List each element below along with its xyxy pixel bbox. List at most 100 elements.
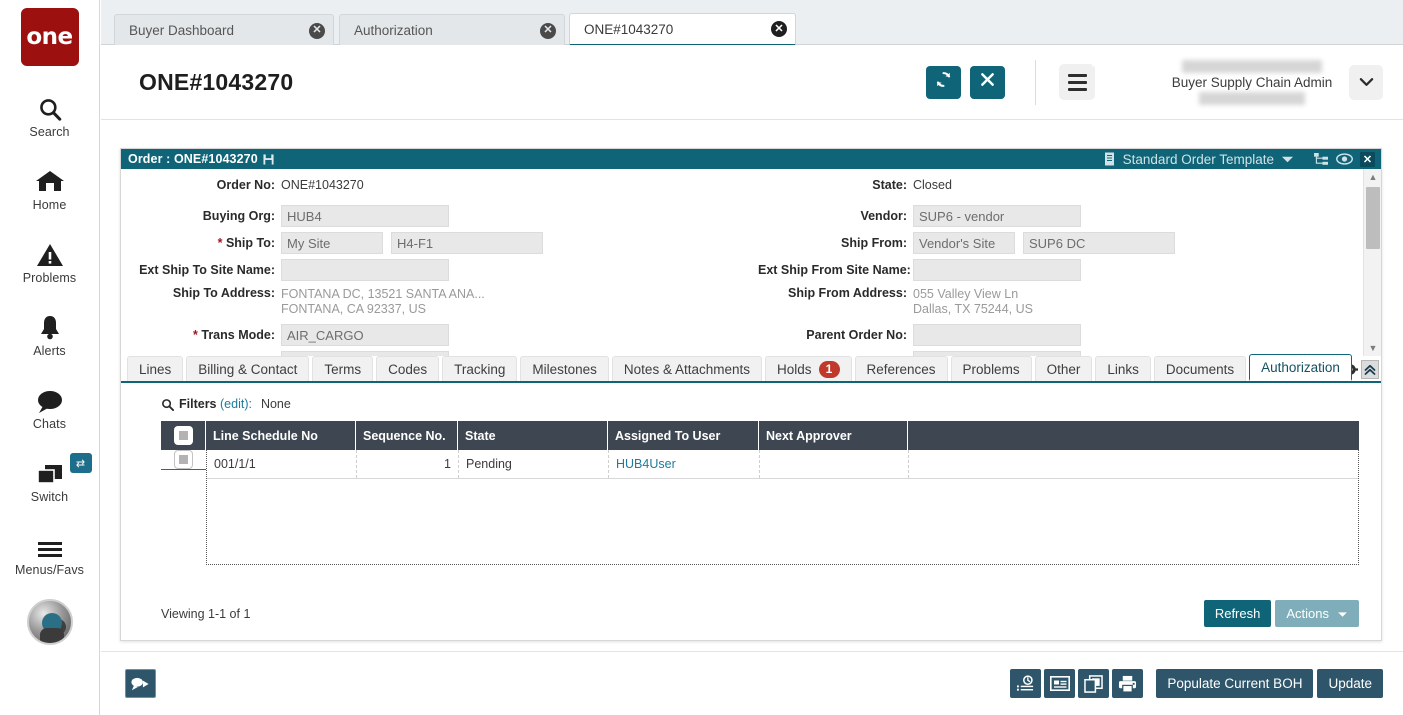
parent-order-no-field[interactable]: [913, 324, 1081, 346]
sidebar-item-label: Menus/Favs: [15, 563, 84, 577]
browser-tab-one-1043270[interactable]: ONE#1043270 ✕: [569, 13, 796, 46]
row-select-cell[interactable]: [161, 450, 206, 470]
populate-current-boh-button[interactable]: Populate Current BOH: [1156, 669, 1313, 698]
scroll-up-icon[interactable]: ▲: [1364, 169, 1381, 185]
close-icon[interactable]: ✕: [540, 23, 556, 39]
close-x-icon[interactable]: ✕: [1360, 152, 1375, 167]
column-header-line-schedule-no[interactable]: Line Schedule No: [206, 421, 356, 450]
tab-milestones[interactable]: Milestones: [520, 356, 609, 381]
tab-codes[interactable]: Codes: [376, 356, 439, 381]
ext-ship-to-site-name-field[interactable]: [281, 259, 449, 281]
chevron-down-icon: [1359, 74, 1374, 90]
tab-references[interactable]: References: [855, 356, 948, 381]
sidebar-item-alerts[interactable]: Alerts: [0, 307, 100, 358]
audit-history-icon[interactable]: [1010, 669, 1041, 698]
close-icon[interactable]: ✕: [771, 21, 787, 37]
swap-arrows-icon[interactable]: ⇄: [70, 453, 92, 473]
print-icon[interactable]: [1112, 669, 1143, 698]
browser-tab-strip: Buyer Dashboard ✕ Authorization ✕ ONE#10…: [101, 0, 1403, 45]
save-template-icon[interactable]: [263, 154, 274, 165]
sidebar-item-home[interactable]: Home: [0, 161, 100, 212]
close-icon[interactable]: ✕: [309, 23, 325, 39]
refresh-grid-button[interactable]: Refresh: [1204, 600, 1272, 627]
avatar[interactable]: [27, 599, 73, 645]
close-button[interactable]: [970, 66, 1005, 99]
page-menu-button[interactable]: ★: [1059, 64, 1095, 100]
chat-play-icon[interactable]: [125, 669, 156, 698]
tab-label: Billing & Contact: [198, 362, 297, 377]
column-header-spacer: [908, 421, 1359, 450]
sidebar-item-chats[interactable]: Chats: [0, 380, 100, 431]
column-header-sequence-no[interactable]: Sequence No.: [356, 421, 458, 450]
update-button[interactable]: Update: [1317, 669, 1383, 698]
refresh-button[interactable]: [926, 66, 961, 99]
actions-button[interactable]: Actions: [1275, 600, 1359, 627]
assigned-to-user-link[interactable]: HUB4User: [616, 457, 676, 471]
star-icon[interactable]: ★: [1087, 54, 1106, 58]
column-header-assigned-to-user[interactable]: Assigned To User: [608, 421, 759, 450]
filters-edit-link[interactable]: (edit):: [220, 397, 252, 411]
tab-links[interactable]: Links: [1095, 356, 1151, 381]
tab-label: Authorization: [1261, 360, 1340, 375]
bottom-action-bar: Populate Current BOH Update: [101, 651, 1403, 715]
ext-ship-from-site-name-field[interactable]: [913, 259, 1081, 281]
table-row[interactable]: 001/1/1 1 Pending HUB4User: [207, 450, 1358, 479]
required-marker: *: [193, 328, 198, 342]
tab-tracking[interactable]: Tracking: [442, 356, 517, 381]
copy-icon[interactable]: [1078, 669, 1109, 698]
order-form-grid: Order No: ONE#1043270 State: Closed Buyi…: [121, 169, 1363, 356]
ship-to-site-field[interactable]: H4-F1: [391, 232, 543, 254]
column-header-next-approver[interactable]: Next Approver: [759, 421, 908, 450]
tab-holds[interactable]: Holds 1: [765, 356, 852, 381]
sidebar-item-search[interactable]: Search: [0, 88, 100, 139]
form-scrollbar[interactable]: ▲ ▼: [1363, 169, 1381, 356]
tab-documents[interactable]: Documents: [1154, 356, 1246, 381]
ship-to-field[interactable]: My Site: [281, 232, 383, 254]
ship-from-site-field[interactable]: SUP6 DC: [1023, 232, 1175, 254]
select-all-checkbox[interactable]: [174, 426, 193, 445]
eye-icon[interactable]: [1336, 153, 1353, 165]
ship-from-field[interactable]: Vendor's Site: [913, 232, 1015, 254]
hierarchy-icon[interactable]: [1314, 153, 1329, 166]
user-menu-button[interactable]: [1349, 65, 1383, 100]
card-view-icon[interactable]: [1044, 669, 1075, 698]
brand-logo[interactable]: one: [21, 8, 79, 66]
tab-lines[interactable]: Lines: [127, 356, 183, 381]
sidebar-item-switch[interactable]: ⇄ Switch: [0, 453, 100, 504]
table-body-box: 001/1/1 1 Pending HUB4User: [206, 450, 1359, 565]
chat-bubble-icon: [35, 380, 65, 414]
browser-tab-authorization[interactable]: Authorization ✕: [339, 14, 565, 46]
field-label-state: State:: [758, 178, 913, 192]
vendor-field[interactable]: SUP6 - vendor: [913, 205, 1081, 227]
column-header-state[interactable]: State: [458, 421, 608, 450]
trans-mode-value: AIR_CARGO: [287, 328, 364, 343]
tab-terms[interactable]: Terms: [312, 356, 373, 381]
tab-billing-contact[interactable]: Billing & Contact: [186, 356, 309, 381]
detail-tab-bar: Lines Billing & Contact Terms Codes Trac…: [121, 356, 1381, 383]
form-row: Buying Org: HUB4 Vendor: SUP6 - vendor: [121, 205, 1363, 232]
vendor-value: SUP6 - vendor: [919, 209, 1004, 224]
buying-org-field[interactable]: HUB4: [281, 205, 449, 227]
trans-mode-field[interactable]: AIR_CARGO: [281, 324, 449, 346]
tab-label: References: [867, 362, 936, 377]
select-all-cell[interactable]: [161, 421, 206, 450]
scroll-down-icon[interactable]: ▼: [1364, 340, 1381, 356]
browser-tab-buyer-dashboard[interactable]: Buyer Dashboard ✕: [114, 14, 334, 46]
page-title: ONE#1043270: [139, 69, 293, 96]
sidebar-item-problems[interactable]: Problems: [0, 234, 100, 285]
tab-problems[interactable]: Problems: [951, 356, 1032, 381]
tab-other[interactable]: Other: [1035, 356, 1093, 381]
sidebar-item-menus-favs[interactable]: Menus/Favs: [0, 526, 100, 577]
form-row: * Ship To: My Site H4-F1 Ship From: Vend…: [121, 232, 1363, 259]
cell-sequence-no: 1: [357, 450, 459, 478]
scrollbar-thumb[interactable]: [1366, 187, 1380, 249]
chevron-double-up-icon[interactable]: [1361, 360, 1379, 379]
tab-notes-attachments[interactable]: Notes & Attachments: [612, 356, 762, 381]
chevron-down-icon[interactable]: [1281, 155, 1294, 164]
sidebar-item-label: Chats: [33, 417, 66, 431]
tab-label: Milestones: [532, 362, 597, 377]
row-checkbox[interactable]: [174, 450, 193, 469]
document-icon[interactable]: [1104, 152, 1116, 166]
order-panel-titlebar: Order : ONE#1043270 Standard Order Templ…: [121, 149, 1381, 169]
tab-authorization[interactable]: Authorization: [1249, 354, 1352, 381]
